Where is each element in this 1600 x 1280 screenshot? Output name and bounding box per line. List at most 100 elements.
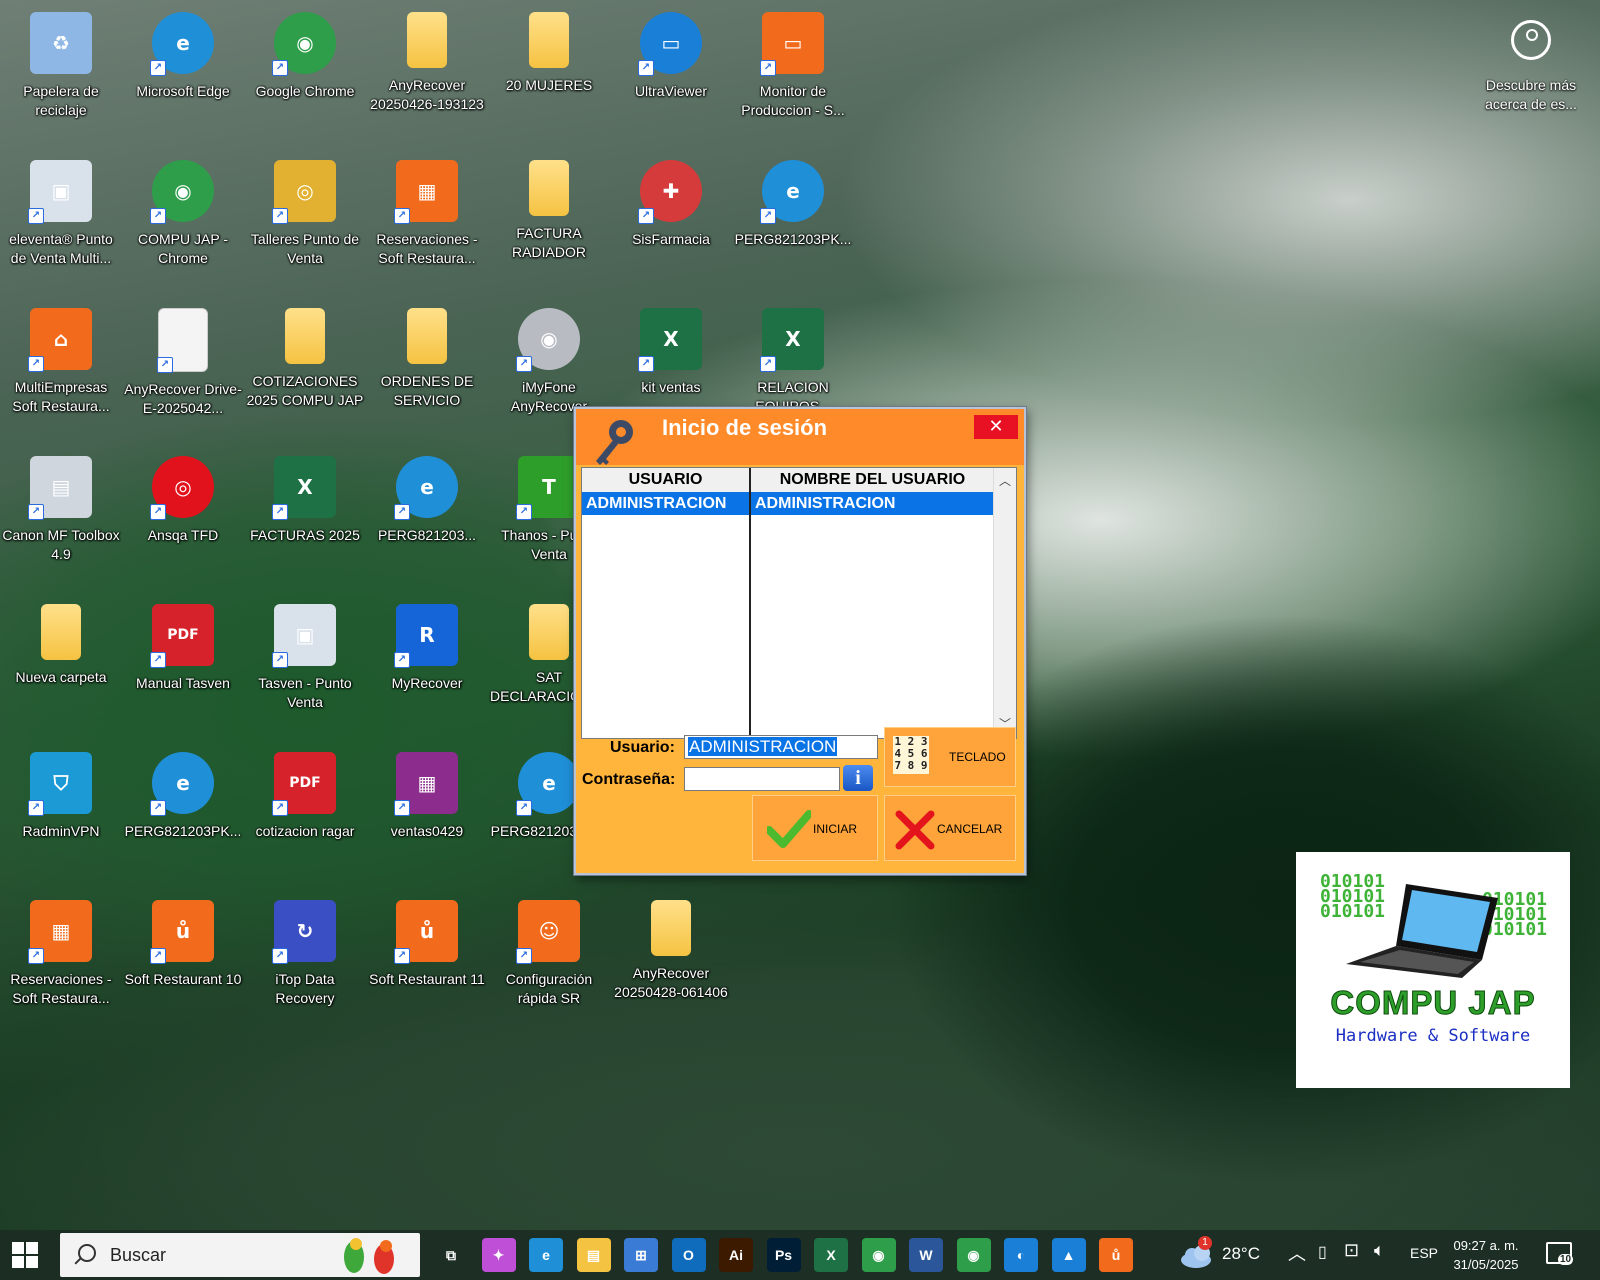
password-field[interactable]: [684, 767, 840, 791]
grid-scrollbar[interactable]: ︿ ﹀: [993, 468, 1016, 738]
desktop-icon[interactable]: ▤ ↗ Canon MF Toolbox 4.9: [0, 446, 122, 586]
desktop-icon-label: Tasven - Punto Venta: [258, 675, 352, 710]
desktop-icon[interactable]: ☺ ↗ Configuración rápida SR: [488, 890, 610, 1030]
desktop-icon[interactable]: AnyRecover 20250426-193123: [366, 2, 488, 142]
desktop-icon[interactable]: ⌂↗ MultiEmpresas Soft Restaura...: [0, 298, 122, 438]
shortcut-arrow-icon: ↗: [272, 208, 288, 224]
desktop-icon-label: Soft Restaurant 11: [369, 971, 485, 987]
desktop-icon[interactable]: ORDENES DE SERVICIO: [366, 298, 488, 438]
desktop-icon-label: UltraViewer: [634, 83, 708, 99]
winrar-icon: ▦↗: [394, 752, 458, 816]
desktop-icon[interactable]: ◉ ↗ Google Chrome: [244, 2, 366, 142]
waiter-icon: ☺↗: [516, 900, 580, 964]
desktop-icon[interactable]: R ↗ MyRecover: [366, 594, 488, 734]
shortcut-arrow-icon: ↗: [394, 208, 410, 224]
shortcut-arrow-icon: ↗: [150, 60, 166, 76]
desktop-icon[interactable]: e ↗ PERG821203PK...: [122, 742, 244, 882]
info-button[interactable]: i: [843, 765, 873, 791]
anydesk-icon[interactable]: ▲: [1051, 1238, 1086, 1272]
show-hidden-icons-chevron-icon[interactable]: ︿: [1288, 1240, 1306, 1266]
language-indicator[interactable]: ESP: [1410, 1245, 1438, 1261]
excel-icon[interactable]: X: [814, 1238, 848, 1272]
desktop-icon[interactable]: 20 MUJERES: [488, 2, 610, 142]
desktop-icon[interactable]: PDF ↗ Manual Tasven: [122, 594, 244, 734]
desktop-icon[interactable]: PDF ↗ cotizacion ragar: [244, 742, 366, 882]
shortcut-arrow-icon: ↗: [28, 356, 44, 372]
soft-restaurant-icon[interactable]: ů: [1099, 1238, 1133, 1272]
chrome-icon[interactable]: ◉: [861, 1238, 896, 1272]
shortcut-arrow-icon: ↗: [150, 800, 166, 816]
clock[interactable]: 09:27 a. m. 31/05/2025: [1446, 1236, 1526, 1274]
copilot-icon[interactable]: ✦: [481, 1238, 516, 1272]
desktop-icon[interactable]: ▣ ↗ Tasven - Punto Venta: [244, 594, 366, 734]
edge-icon: e ↗: [150, 752, 214, 816]
desktop-icon[interactable]: Nueva carpeta: [0, 594, 122, 734]
close-button[interactable]: ✕: [974, 415, 1018, 439]
folder-icon: [651, 900, 691, 956]
desktop-icon[interactable]: FACTURA RADIADOR: [488, 150, 610, 290]
desktop-icon[interactable]: ▣ ↗ eleventa® Punto de Venta Multi...: [0, 150, 122, 290]
edge-icon[interactable]: e: [529, 1238, 563, 1272]
desktop-icon[interactable]: ▭↗ Monitor de Produccion - S...: [732, 2, 854, 142]
device-icon[interactable]: ▯: [1318, 1242, 1327, 1262]
edge-icon: e ↗: [394, 456, 458, 520]
login-title-bar[interactable]: Inicio de sesión ✕: [576, 409, 1024, 465]
desktop-icon[interactable]: X ↗ FACTURAS 2025: [244, 446, 366, 586]
desktop-icon[interactable]: ↻ ↗ iTop Data Recovery: [244, 890, 366, 1030]
desktop-icon[interactable]: ✚ ↗ SisFarmacia: [610, 150, 732, 290]
desktop-icon[interactable]: AnyRecover 20250428-061406: [610, 890, 732, 1030]
desktop-icon[interactable]: COTIZACIONES 2025 COMPU JAP: [244, 298, 366, 438]
desktop-icon[interactable]: ▭ ↗ UltraViewer: [610, 2, 732, 142]
desktop-icon[interactable]: ů ↗ Soft Restaurant 10: [122, 890, 244, 1030]
user-row-usuario[interactable]: ADMINISTRACION: [582, 492, 749, 515]
shortcut-arrow-icon: ↗: [272, 504, 288, 520]
desktop-icon[interactable]: e ↗ Microsoft Edge: [122, 2, 244, 142]
folder-icon: [285, 308, 325, 364]
desktop-icon[interactable]: ◎ ↗ Talleres Punto de Venta: [244, 150, 366, 290]
desktop-icon[interactable]: ▦ ↗ Reservaciones - Soft Restaura...: [0, 890, 122, 1030]
desktop-icon[interactable]: e ↗ PERG821203PK...: [732, 150, 854, 290]
iniciar-button[interactable]: INICIAR: [752, 795, 878, 861]
usuario-field[interactable]: ADMINISTRACION: [684, 735, 878, 759]
desktop-icon[interactable]: ◎ ↗ Ansqa TFD: [122, 446, 244, 586]
key-icon: [596, 420, 633, 465]
windows-start-icon[interactable]: [12, 1242, 38, 1268]
scroll-up-icon[interactable]: ︿: [999, 472, 1011, 489]
photoshop-icon[interactable]: Ps: [766, 1238, 801, 1272]
desktop-icon[interactable]: ⛉ ↗ RadminVPN: [0, 742, 122, 882]
user-row-nombre[interactable]: ADMINISTRACION: [751, 492, 994, 515]
taskbar-search[interactable]: Buscar: [60, 1233, 420, 1277]
shortcut-arrow-icon: ↗: [157, 357, 173, 373]
desktop-icon[interactable]: e ↗ PERG821203...: [366, 446, 488, 586]
desktop-icon[interactable]: ▦ ↗ ventas0429: [366, 742, 488, 882]
remote-desktop-icon[interactable]: ◐: [1004, 1238, 1038, 1272]
search-placeholder: Buscar: [110, 1245, 167, 1265]
teclado-button[interactable]: 1 2 34 5 67 8 9 TECLADO: [884, 727, 1016, 787]
cancelar-button[interactable]: CANCELAR: [884, 795, 1016, 861]
shortcut-arrow-icon: ↗: [638, 356, 654, 372]
word-icon[interactable]: W: [909, 1238, 943, 1272]
column-header-nombre[interactable]: NOMBRE DEL USUARIO: [751, 468, 994, 493]
file-explorer-icon[interactable]: ▤: [576, 1238, 611, 1272]
store-icon[interactable]: ⊞: [624, 1238, 658, 1272]
weather-temperature[interactable]: 28°C: [1222, 1244, 1260, 1264]
password-label: Contraseña:: [582, 771, 676, 788]
outlook-icon[interactable]: O: [671, 1238, 706, 1272]
discover-icon: [1511, 20, 1551, 60]
desktop-icon[interactable]: ↗ AnyRecover Drive-E-2025042...: [122, 298, 244, 438]
network-icon[interactable]: ⊡: [1344, 1240, 1359, 1261]
excel-icon: X ↗: [760, 308, 824, 372]
illustrator-icon[interactable]: Ai: [719, 1238, 753, 1272]
column-header-usuario[interactable]: USUARIO: [582, 468, 749, 493]
usuario-value: ADMINISTRACION: [688, 737, 838, 756]
desktop-icon[interactable]: ♻ Papelera de reciclaje: [0, 2, 122, 142]
users-grid[interactable]: USUARIO NOMBRE DEL USUARIO ADMINISTRACIO…: [581, 467, 1017, 739]
volume-icon[interactable]: 🔈︎: [1374, 1240, 1385, 1261]
desktop-icon[interactable]: ů ↗ Soft Restaurant 11: [366, 890, 488, 1030]
task-view-icon[interactable]: ⧉: [434, 1238, 468, 1272]
chrome-profile-icon[interactable]: ◉: [956, 1238, 991, 1272]
desktop-icon-label: AnyRecover 20250428-061406: [614, 965, 728, 1000]
desktop-icon[interactable]: ▦ ↗ Reservaciones - Soft Restaura...: [366, 150, 488, 290]
desktop-icon[interactable]: ◉ ↗ COMPU JAP - Chrome: [122, 150, 244, 290]
discover-widget[interactable]: Descubre más acerca de es...: [1470, 10, 1592, 114]
